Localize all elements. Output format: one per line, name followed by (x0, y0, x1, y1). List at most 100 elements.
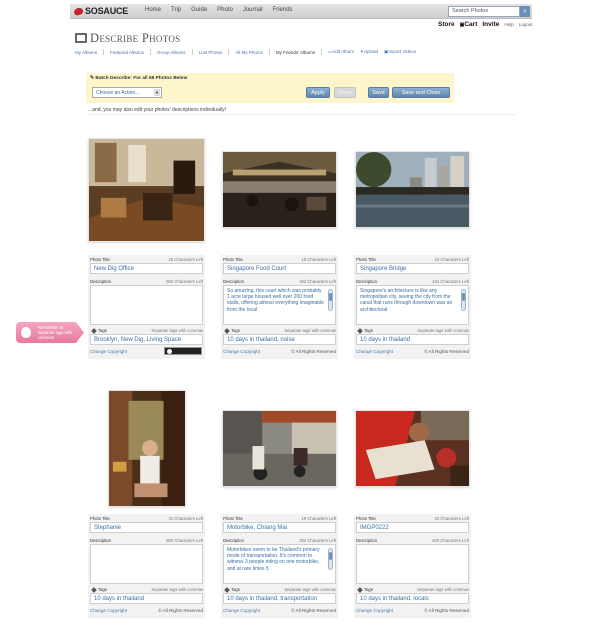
reminder-text: Remember to separate tags with commas (38, 325, 72, 340)
tags-input[interactable]: 10 days in thailand, locals (356, 593, 469, 604)
photo-thumbnail[interactable] (355, 151, 470, 228)
subnav-friends-albums[interactable]: My Friends' Albums (276, 50, 315, 55)
title-chars-left: 19 Characters Left (301, 257, 336, 262)
description-textarea[interactable] (356, 544, 469, 584)
reset-button[interactable]: Reset (334, 87, 356, 98)
divider (320, 49, 322, 55)
cc-icon (167, 349, 172, 354)
change-copyright-link[interactable]: Change Copyright (223, 349, 260, 354)
photo-form: Photo Title 24 Characters Left Singapore… (354, 255, 471, 359)
nav-guide[interactable]: Guide (191, 7, 207, 13)
tags-input[interactable]: 10 days in thailand, transportation (223, 593, 336, 604)
nav-friends[interactable]: Friends (273, 7, 293, 13)
search-button[interactable]: ⌕ (520, 6, 530, 17)
tag-icon (224, 587, 230, 593)
subnav-lost-photos[interactable]: Lost Photos (199, 50, 223, 55)
action-select[interactable]: Choose an Action... ▼ (92, 87, 162, 98)
tags-input[interactable]: 10 days in thailand (356, 334, 469, 345)
apply-button[interactable]: Apply (306, 87, 330, 98)
change-copyright-link[interactable]: Change Copyright (356, 349, 393, 354)
textarea-scrollbar[interactable] (461, 289, 466, 311)
textarea-scrollbar[interactable] (328, 289, 333, 311)
chevron-down-icon: ▼ (154, 89, 160, 96)
description-label: Description (356, 279, 377, 284)
sauce-logo-icon (73, 6, 84, 16)
tags-input[interactable]: 10 days in thailand (90, 593, 203, 604)
site-logo[interactable]: SOSAUCE (73, 6, 128, 16)
search-input[interactable]: Search Photos (448, 6, 520, 17)
photo-thumbnail[interactable] (108, 390, 186, 507)
photo-thumbnail[interactable] (222, 151, 337, 228)
subnav-featured-albums[interactable]: Featured Albums (110, 50, 144, 55)
description-label: Description (356, 538, 377, 543)
photo-thumbnail[interactable] (222, 410, 337, 487)
tags-label: Tags (231, 587, 240, 592)
separate-tags-hint: Separate tags with commas (417, 587, 469, 592)
photo-title-input[interactable]: IMGP0222 (356, 522, 469, 533)
photo-title-label: Photo Title (356, 257, 376, 262)
subnav-my-albums[interactable]: My Albums (75, 50, 97, 55)
upload-link[interactable]: ✦Upload (360, 49, 378, 55)
import-videos-link[interactable]: ▣Import Videos (384, 49, 416, 55)
photo-title-label: Photo Title (90, 257, 110, 262)
description-textarea[interactable] (90, 285, 203, 325)
save-button[interactable]: Save (368, 87, 389, 98)
nav-journal[interactable]: Journal (243, 7, 263, 13)
photo-thumbnail[interactable] (88, 138, 205, 242)
tags-label: Tags (98, 587, 107, 592)
change-copyright-link[interactable]: Change Copyright (90, 608, 127, 613)
store-link[interactable]: Store (438, 21, 455, 28)
description-chars-left: 294 Characters Left (299, 538, 336, 543)
nav-trip[interactable]: Trip (171, 7, 181, 13)
title-chars-left: 19 Characters Left (301, 516, 336, 521)
album-subnav: My Albums Featured Albums Group Albums L… (75, 49, 416, 55)
change-copyright-link[interactable]: Change Copyright (356, 608, 393, 613)
subnav-all-my-photos[interactable]: All My Photos (235, 50, 263, 55)
subnav-group-albums[interactable]: Group Albums (157, 50, 186, 55)
top-nav-bar: SOSAUCE Home Trip Guide Photo Journal Fr… (70, 4, 532, 19)
photo-frame-icon (75, 33, 87, 43)
add-album-link[interactable]: ▭Add Album (328, 49, 354, 55)
textarea-scrollbar[interactable] (328, 548, 333, 570)
description-label: Description (223, 538, 244, 543)
description-textarea[interactable] (90, 544, 203, 584)
description-label: Description (223, 279, 244, 284)
tag-icon (357, 587, 363, 593)
copyright-status: © All Rights Reserved (424, 608, 469, 613)
photo-title-label: Photo Title (223, 516, 243, 521)
logout-link[interactable]: Logout (519, 22, 533, 27)
nav-photo[interactable]: Photo (217, 7, 233, 13)
tags-input[interactable]: 10 days in thailand, noise (223, 334, 336, 345)
title-chars-left: 24 Characters Left (434, 257, 469, 262)
description-chars-left: 500 Characters Left (166, 538, 203, 543)
description-textarea[interactable]: So amazing, this court which was probabl… (223, 285, 336, 325)
description-textarea[interactable]: Singapore's architecture is like any met… (356, 285, 469, 325)
creative-commons-badge (164, 347, 202, 355)
photo-title-input[interactable]: Singapore Food Court (223, 263, 336, 274)
photo-title-input[interactable]: Singapore Bridge (356, 263, 469, 274)
batch-label: ✎ Batch Describe: For all 68 Photos Belo… (90, 76, 188, 81)
photo-thumbnail[interactable] (355, 410, 470, 487)
photo-form: Photo Title 31 Characters Left Stephanie… (88, 514, 205, 618)
batch-describe-panel: ✎ Batch Describe: For all 68 Photos Belo… (86, 73, 454, 103)
photo-title-input[interactable]: New Dig Office (90, 263, 203, 274)
nav-home[interactable]: Home (145, 7, 161, 13)
tags-input[interactable]: Brooklyn, New Dig, Living Space (90, 334, 203, 345)
photo-title-input[interactable]: Motorbike, Chiang Mai (223, 522, 336, 533)
change-copyright-link[interactable]: Change Copyright (90, 349, 127, 354)
separate-tags-hint: Separate tags with commas (151, 328, 203, 333)
bird-icon (21, 327, 31, 338)
save-and-close-button[interactable]: Save and Close (392, 87, 450, 98)
description-chars-left: 500 Characters Left (166, 279, 203, 284)
description-textarea[interactable]: Motorbikes seem to be Thailand's primary… (223, 544, 336, 584)
cart-link[interactable]: ▣Cart (460, 21, 478, 28)
help-link[interactable]: Help (504, 22, 513, 27)
title-chars-left: 32 Characters Left (434, 516, 469, 521)
change-copyright-link[interactable]: Change Copyright (223, 608, 260, 613)
action-select-value: Choose an Action... (96, 90, 140, 96)
title-chars-left: 26 Characters Left (168, 257, 203, 262)
invite-link[interactable]: Invite (482, 21, 499, 28)
photo-title-input[interactable]: Stephanie (90, 522, 203, 533)
divider (103, 49, 105, 55)
photo-form: Photo Title 26 Characters Left New Dig O… (88, 255, 205, 359)
